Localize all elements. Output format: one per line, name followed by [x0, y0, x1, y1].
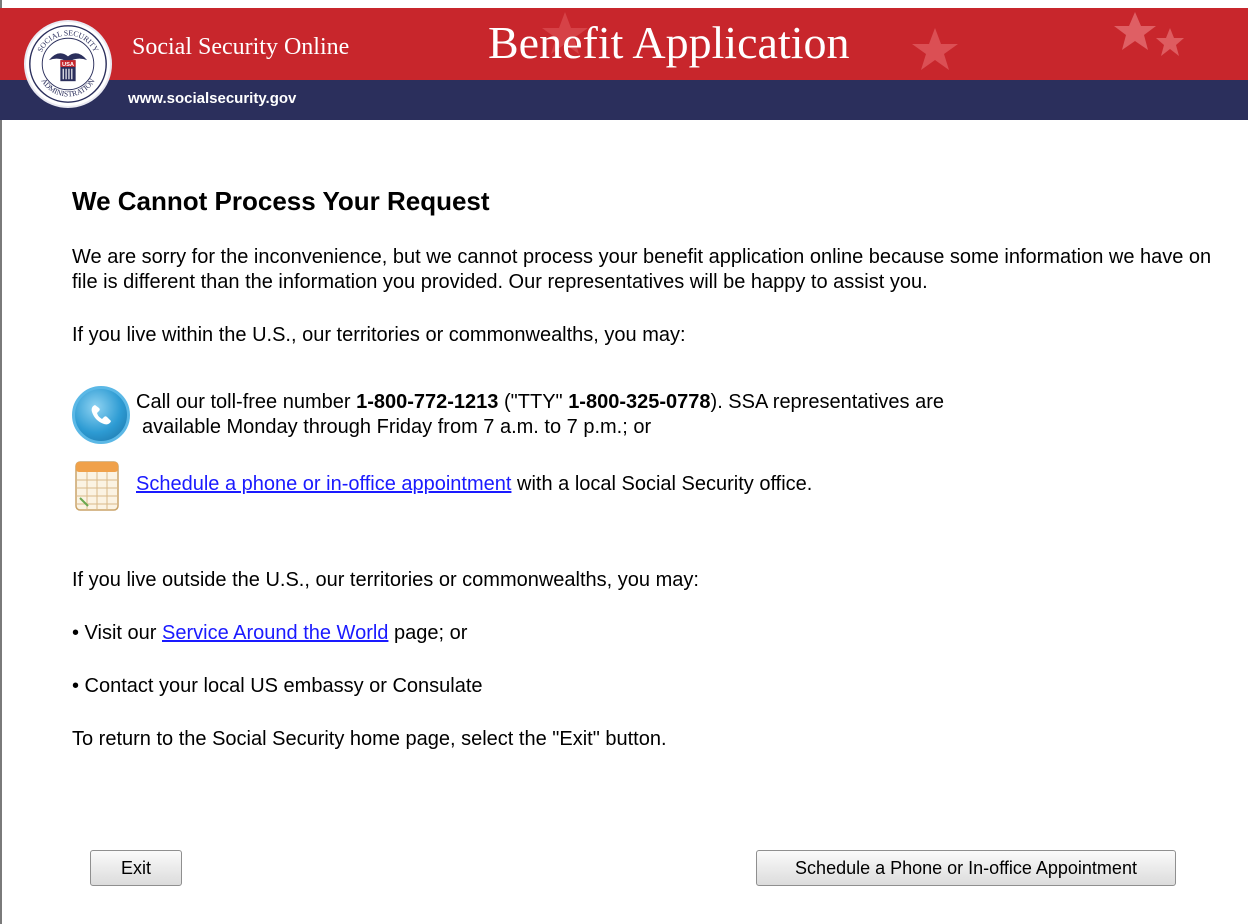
toll-free-number: 1-800-772-1213 [356, 391, 499, 413]
phone-option-text: Call our toll-free number 1-800-772-1213… [136, 386, 944, 440]
outside-options-intro: If you live outside the U.S., our territ… [72, 569, 699, 591]
site-header: SOCIAL SECURITY ADMINISTRATION USA Socia… [0, 0, 1248, 120]
ssa-seal-logo: SOCIAL SECURITY ADMINISTRATION USA [24, 20, 112, 108]
schedule-suffix: with a local Social Security office. [511, 473, 813, 495]
site-title: Social Security Online [132, 34, 350, 60]
site-url: www.socialsecurity.gov [128, 90, 297, 107]
schedule-appointment-link[interactable]: Schedule a phone or in-office appointmen… [136, 473, 511, 495]
phone-line-1: Call our toll-free number 1-800-772-1213… [136, 390, 944, 415]
bullet1-prefix: • Visit our [72, 622, 162, 644]
service-around-world-link[interactable]: Service Around the World [162, 622, 388, 644]
tty-open: ("TTY" [498, 391, 569, 413]
us-options-intro: If you live within the U.S., our territo… [72, 324, 686, 346]
intro-paragraph: We are sorry for the inconvenience, but … [72, 246, 1212, 293]
phone-line-2: available Monday through Friday from 7 a… [142, 416, 652, 438]
schedule-option-text: Schedule a phone or in-office appointmen… [136, 456, 812, 497]
schedule-appointment-button[interactable]: Schedule a Phone or In-office Appointmen… [756, 850, 1176, 886]
tty-number: 1-800-325-0778 [568, 391, 711, 413]
svg-text:USA: USA [62, 62, 74, 68]
bullet-service-around-world: • Visit our Service Around the World pag… [72, 621, 1222, 646]
star-icon [1114, 12, 1156, 50]
calendar-icon [75, 461, 119, 511]
exit-instruction: To return to the Social Security home pa… [72, 728, 667, 750]
phone-option: Call our toll-free number 1-800-772-1213… [72, 386, 1222, 444]
exit-button[interactable]: Exit [90, 850, 182, 886]
main-content: We Cannot Process Your Request We are so… [72, 186, 1222, 774]
page-heading: We Cannot Process Your Request [72, 186, 490, 216]
banner-title: Benefit Application [488, 17, 850, 68]
bullet-contact-embassy: • Contact your local US embassy or Consu… [72, 675, 483, 697]
bullet1-suffix: page; or [388, 622, 468, 644]
phone-icon [72, 386, 130, 444]
phone-prefix: Call our toll-free number [136, 391, 357, 413]
tty-close: ). SSA representatives are [710, 391, 944, 413]
star-icon [912, 28, 958, 70]
window-left-border [0, 0, 2, 924]
star-icon [1156, 28, 1184, 56]
schedule-option: Schedule a phone or in-office appointmen… [72, 456, 1222, 514]
